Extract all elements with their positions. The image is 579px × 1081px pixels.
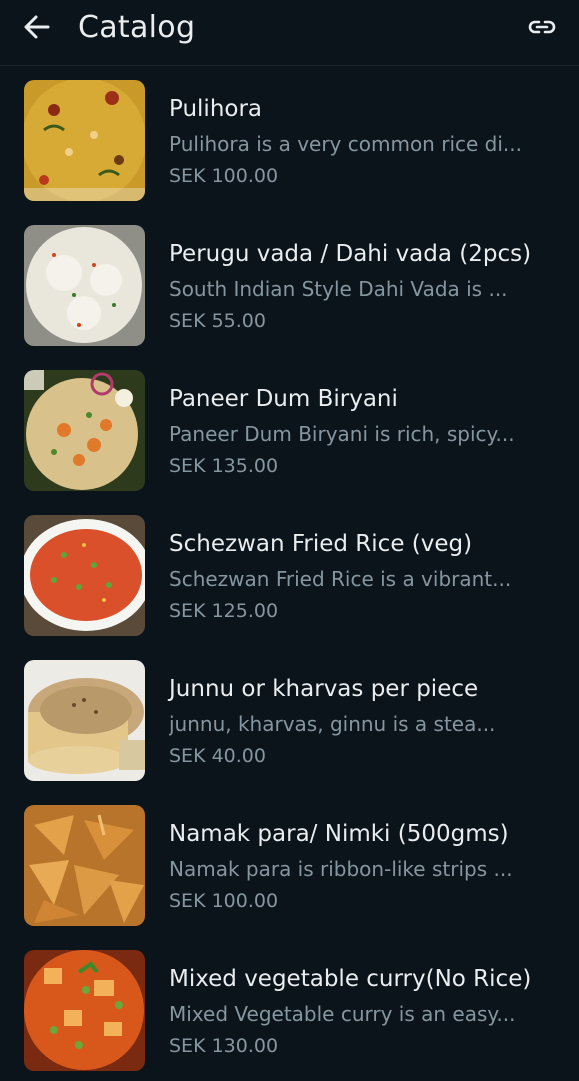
veg-curry-photo <box>24 950 145 1071</box>
catalog-item[interactable]: Mixed vegetable curry(No Rice) Mixed Veg… <box>0 936 579 1081</box>
pulihora-photo <box>24 80 145 201</box>
item-price: SEK 100.00 <box>169 890 279 912</box>
item-name: Junnu or kharvas per piece <box>169 676 479 702</box>
item-description: Pulihora is a very common rice di... <box>169 132 522 156</box>
item-price: SEK 125.00 <box>169 600 279 622</box>
item-description: Paneer Dum Biryani is rich, spicy... <box>169 422 515 446</box>
item-description: Schezwan Fried Rice is a vibrant... <box>169 567 512 591</box>
catalog-item[interactable]: Perugu vada / Dahi vada (2pcs) South Ind… <box>0 211 579 356</box>
catalog-list: Pulihora Pulihora is a very common rice … <box>0 66 579 1081</box>
item-price: SEK 55.00 <box>169 310 266 332</box>
item-price: SEK 130.00 <box>169 1035 279 1057</box>
item-description: Mixed Vegetable curry is an easy... <box>169 1002 516 1026</box>
catalog-item[interactable]: Namak para/ Nimki (500gms) Namak para is… <box>0 791 579 936</box>
arrow-left-icon[interactable] <box>20 10 54 44</box>
item-name: Namak para/ Nimki (500gms) <box>169 821 509 847</box>
item-price: SEK 40.00 <box>169 745 266 767</box>
item-description: Namak para is ribbon-like strips ... <box>169 857 513 881</box>
item-name: Schezwan Fried Rice (veg) <box>169 531 473 557</box>
namak-para-photo <box>24 805 145 926</box>
app-bar: Catalog <box>0 0 579 66</box>
link-icon[interactable] <box>527 12 557 42</box>
item-name: Paneer Dum Biryani <box>169 386 398 412</box>
item-description: junnu, kharvas, ginnu is a stea... <box>169 712 496 736</box>
dahi-vada-photo <box>24 225 145 346</box>
item-price: SEK 100.00 <box>169 165 279 187</box>
junnu-photo <box>24 660 145 781</box>
page-title: Catalog <box>78 10 196 45</box>
catalog-item[interactable]: Pulihora Pulihora is a very common rice … <box>0 66 579 211</box>
item-name: Pulihora <box>169 96 263 122</box>
catalog-item[interactable]: Schezwan Fried Rice (veg) Schezwan Fried… <box>0 501 579 646</box>
biryani-photo <box>24 370 145 491</box>
fried-rice-photo <box>24 515 145 636</box>
catalog-item[interactable]: Junnu or kharvas per piece junnu, kharva… <box>0 646 579 791</box>
item-name: Perugu vada / Dahi vada (2pcs) <box>169 241 532 267</box>
item-description: South Indian Style Dahi Vada is ... <box>169 277 508 301</box>
item-price: SEK 135.00 <box>169 455 279 477</box>
item-name: Mixed vegetable curry(No Rice) <box>169 966 532 992</box>
catalog-item[interactable]: Paneer Dum Biryani Paneer Dum Biryani is… <box>0 356 579 501</box>
